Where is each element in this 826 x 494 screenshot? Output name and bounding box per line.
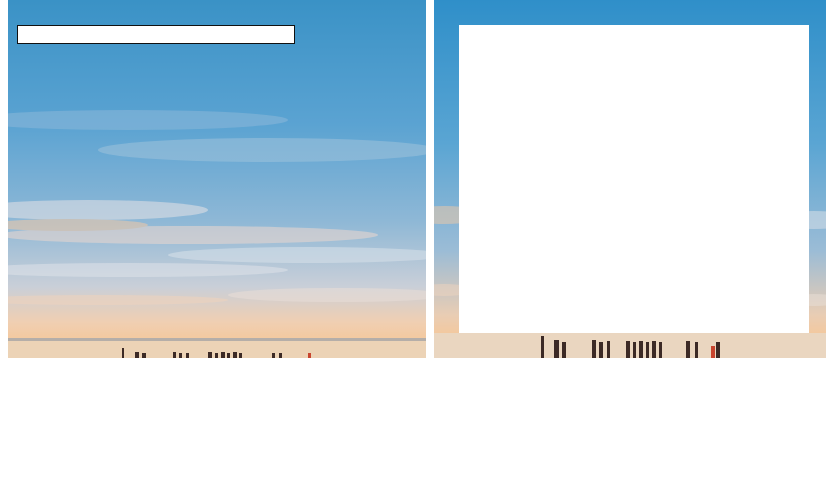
red-post: [308, 353, 311, 358]
red-post: [711, 346, 715, 358]
seascape-photo-left: [8, 0, 426, 358]
text-input-box[interactable]: [17, 25, 295, 44]
white-mask-region: [459, 25, 809, 333]
photo-panel-left: [8, 0, 426, 358]
horizon-line: [8, 338, 426, 341]
